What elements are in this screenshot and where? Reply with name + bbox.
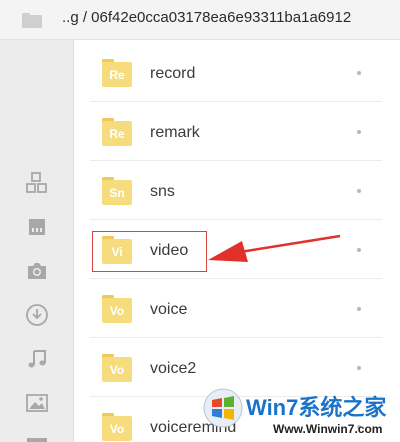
watermark: Win7系统之家 Www.Winwin7.com (203, 384, 400, 442)
folder-tag: Vo (109, 304, 125, 318)
list-item[interactable]: Re record (90, 43, 382, 102)
watermark-url: Www.Winwin7.com (273, 422, 383, 436)
more-icon[interactable] (357, 248, 361, 252)
list-item[interactable]: Re remark (90, 102, 382, 161)
music-icon[interactable] (25, 347, 49, 371)
image-icon[interactable] (25, 391, 49, 415)
path-bar: ..g / 06f42e0cca03178ea6e93311ba1a6912 (0, 0, 400, 40)
more-icon[interactable] (357, 307, 361, 311)
file-name: remark (150, 124, 200, 141)
download-icon[interactable] (25, 303, 49, 327)
category-icon[interactable] (25, 171, 49, 195)
folder-tag: Sn (109, 186, 125, 200)
list-item[interactable]: Sn sns (90, 161, 382, 220)
folder-tag: Re (109, 127, 125, 141)
more-icon[interactable] (357, 130, 361, 134)
file-name: record (150, 65, 196, 82)
more-icon[interactable] (357, 71, 361, 75)
folder-icon[interactable] (22, 13, 42, 28)
list-item[interactable]: Vo voice (90, 279, 382, 338)
windows-logo-icon (203, 388, 243, 428)
arrow-icon (208, 234, 341, 262)
highlight-box (92, 231, 207, 272)
more-icon[interactable] (357, 189, 361, 193)
file-name: voice (150, 301, 188, 318)
folder-tag: Vo (109, 363, 125, 377)
sd-card-icon[interactable] (25, 215, 49, 239)
more-icon[interactable] (357, 366, 361, 370)
sidebar (0, 40, 74, 442)
file-name: sns (150, 183, 175, 200)
file-name: voice2 (150, 360, 197, 377)
current-path[interactable]: ..g / 06f42e0cca03178ea6e93311ba1a6912 (62, 9, 351, 26)
video-icon[interactable] (25, 433, 49, 442)
camera-icon[interactable] (25, 259, 49, 283)
folder-tag: Vo (109, 422, 125, 436)
folder-tag: Re (109, 68, 125, 82)
watermark-brand: Win7系统之家 (246, 395, 387, 420)
